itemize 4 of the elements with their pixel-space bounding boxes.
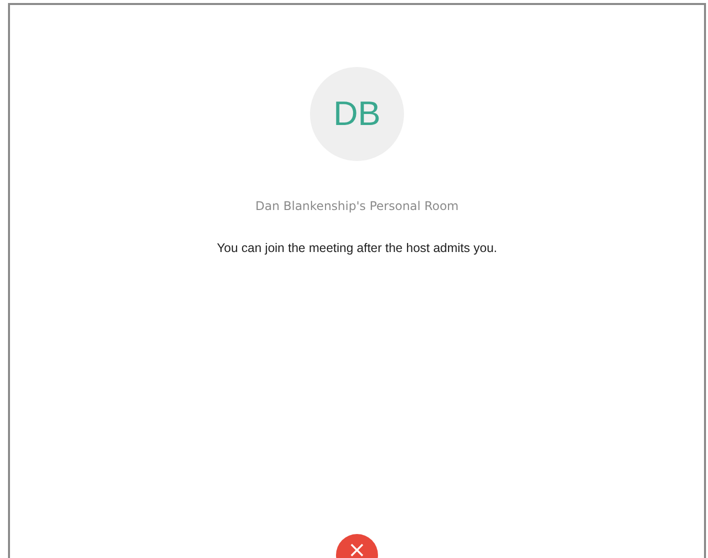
room-name: Dan Blankenship's Personal Room xyxy=(255,199,459,213)
avatar: DB xyxy=(310,67,404,161)
leave-button[interactable]: × xyxy=(336,534,378,558)
waiting-message: You can join the meeting after the host admits you. xyxy=(216,241,498,255)
